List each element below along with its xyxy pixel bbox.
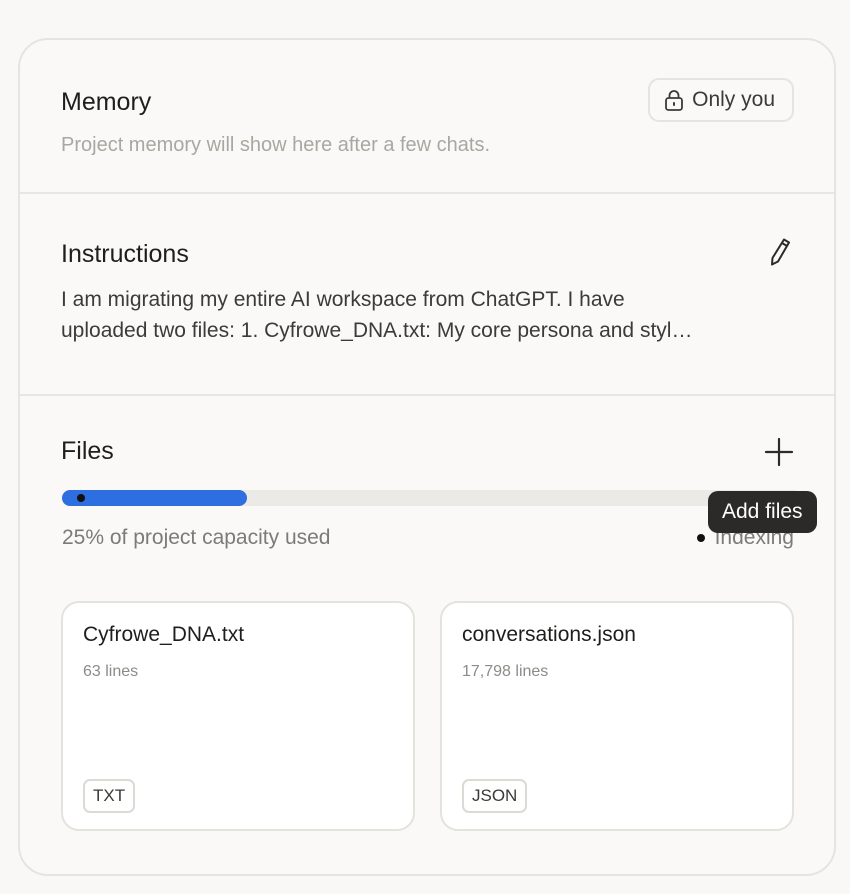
file-type-badge: JSON	[462, 779, 528, 813]
status-dot	[696, 534, 705, 542]
capacity-marker	[77, 494, 85, 502]
instructions-text[interactable]: I am migrating my entire AI workspace fr…	[61, 284, 801, 346]
file-line-count: 17,798 lines	[462, 663, 549, 680]
privacy-label: Only you	[692, 88, 775, 111]
file-card[interactable]: conversations.json 17,798 lines JSON	[440, 601, 794, 831]
project-panel: Memory Project memory will show here aft…	[18, 38, 836, 876]
file-card[interactable]: Cyfrowe_DNA.txt 63 lines TXT	[61, 601, 415, 831]
file-type-badge: TXT	[83, 779, 136, 813]
memory-title: Memory	[61, 88, 152, 116]
instructions-line-2: uploaded two files: 1. Cyfrowe_DNA.txt: …	[61, 319, 693, 342]
privacy-button[interactable]: Only you	[648, 78, 794, 122]
file-name: Cyfrowe_DNA.txt	[83, 623, 245, 646]
file-line-count: 63 lines	[83, 663, 139, 680]
add-files-tooltip: Add files	[708, 491, 817, 533]
files-title: Files	[61, 437, 114, 465]
lock-icon	[665, 90, 684, 111]
capacity-bar	[62, 490, 802, 506]
file-name: conversations.json	[462, 623, 636, 646]
memory-subtitle: Project memory will show here after a fe…	[61, 134, 491, 156]
instructions-title: Instructions	[61, 240, 189, 268]
pencil-icon[interactable]	[766, 236, 794, 268]
divider	[20, 394, 834, 396]
capacity-text: 25% of project capacity used	[62, 526, 331, 549]
plus-icon[interactable]	[764, 437, 794, 467]
capacity-bar-fill	[62, 490, 247, 506]
instructions-line-1: I am migrating my entire AI workspace fr…	[61, 288, 625, 311]
divider	[20, 192, 834, 194]
